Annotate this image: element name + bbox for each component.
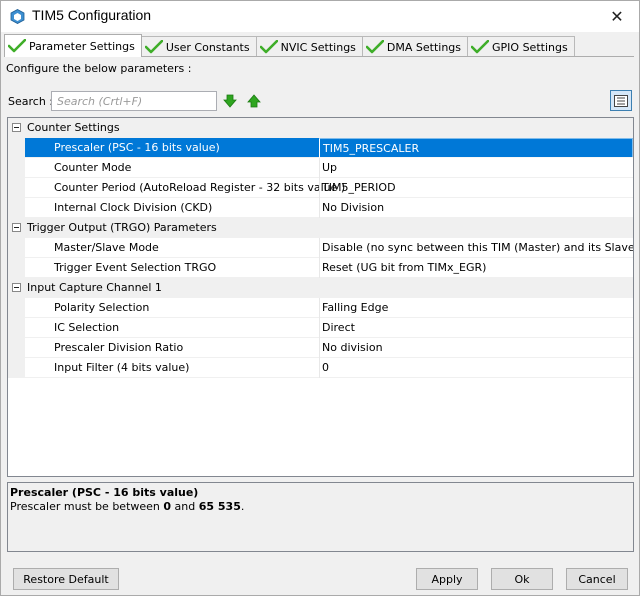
- close-button[interactable]: ✕: [595, 1, 639, 32]
- param-row-counter-period[interactable]: Counter Period (AutoReload Register - 32…: [8, 178, 633, 198]
- row-margin: [8, 198, 25, 218]
- list-view-icon: [614, 94, 628, 107]
- param-row-master-slave-mode[interactable]: Master/Slave Mode Disable (no sync betwe…: [8, 238, 633, 258]
- tab-dma-settings[interactable]: DMA Settings: [361, 36, 469, 57]
- row-margin: [8, 138, 25, 158]
- param-name: Polarity Selection: [54, 301, 150, 314]
- param-name: Master/Slave Mode: [54, 241, 159, 254]
- param-name: Input Filter (4 bits value): [54, 361, 190, 374]
- param-value[interactable]: No division: [319, 338, 633, 358]
- green-check-icon: [365, 40, 384, 54]
- tab-label: Parameter Settings: [29, 39, 135, 53]
- green-check-icon: [144, 40, 163, 54]
- restore-default-button[interactable]: Restore Default: [13, 568, 119, 590]
- param-value[interactable]: TIM5_PERIOD: [319, 178, 633, 198]
- param-value[interactable]: Reset (UG bit from TIMx_EGR): [319, 258, 633, 278]
- tab-parameter-settings[interactable]: Parameter Settings: [4, 34, 142, 57]
- row-margin: [8, 178, 25, 198]
- description-middle: and: [171, 500, 199, 513]
- green-check-icon: [471, 40, 490, 54]
- group-name: Input Capture Channel 1: [27, 281, 162, 294]
- description-text: Prescaler must be between 0 and 65 535.: [10, 500, 631, 513]
- param-row-polarity-selection[interactable]: Polarity Selection Falling Edge: [8, 298, 633, 318]
- search-input[interactable]: [51, 91, 217, 111]
- description-panel: Prescaler (PSC - 16 bits value) Prescale…: [7, 482, 634, 552]
- description-suffix: .: [240, 500, 245, 513]
- param-row-ic-selection[interactable]: IC Selection Direct: [8, 318, 633, 338]
- param-row-counter-mode[interactable]: Counter Mode Up: [8, 158, 633, 178]
- description-title: Prescaler (PSC - 16 bits value): [10, 486, 199, 499]
- green-arrow-down-icon[interactable]: [223, 94, 237, 108]
- row-margin: [8, 238, 25, 258]
- param-name: Counter Period (AutoReload Register - 32…: [54, 181, 346, 194]
- group-name: Counter Settings: [27, 121, 120, 134]
- close-icon: ✕: [610, 7, 624, 26]
- description-prefix: Prescaler must be between: [10, 500, 164, 513]
- param-value[interactable]: Disable (no sync between this TIM (Maste…: [319, 238, 633, 258]
- param-value[interactable]: Direct: [319, 318, 633, 338]
- parameter-grid: Counter Settings Prescaler (PSC - 16 bit…: [7, 117, 634, 477]
- tab-gpio-settings[interactable]: GPIO Settings: [467, 36, 575, 57]
- green-arrow-up-icon[interactable]: [247, 94, 261, 108]
- tab-bar: Parameter Settings User Constants NVIC S…: [4, 34, 575, 57]
- param-name: Prescaler (PSC - 16 bits value): [54, 141, 220, 154]
- param-value[interactable]: TIM5_PRESCALER: [319, 138, 633, 158]
- param-name: Trigger Event Selection TRGO: [54, 261, 217, 274]
- tim5-configuration-window: TIM5 Configuration ✕ Parameter Settings …: [0, 0, 640, 596]
- param-value[interactable]: No Division: [319, 198, 633, 218]
- param-value[interactable]: Up: [319, 158, 633, 178]
- tab-nvic-settings[interactable]: NVIC Settings: [255, 36, 363, 57]
- param-name: IC Selection: [54, 321, 120, 334]
- param-row-input-filter[interactable]: Input Filter (4 bits value) 0: [8, 358, 633, 378]
- param-row-trigger-event-selection[interactable]: Trigger Event Selection TRGO Reset (UG b…: [8, 258, 633, 278]
- param-value[interactable]: Falling Edge: [319, 298, 633, 318]
- collapse-toggle-icon[interactable]: [12, 223, 21, 232]
- row-margin: [8, 358, 25, 378]
- tab-label: GPIO Settings: [492, 40, 568, 54]
- collapse-toggle-icon[interactable]: [12, 283, 21, 292]
- tab-label: User Constants: [165, 40, 250, 54]
- param-name: Counter Mode: [54, 161, 132, 174]
- param-value[interactable]: 0: [319, 358, 633, 378]
- green-check-icon: [8, 39, 26, 53]
- row-margin: [8, 338, 25, 358]
- row-margin: [8, 158, 25, 178]
- param-row-prescaler[interactable]: Prescaler (PSC - 16 bits value) TIM5_PRE…: [8, 138, 633, 158]
- row-margin: [8, 318, 25, 338]
- cube-icon: [10, 9, 25, 24]
- row-margin: [8, 298, 25, 318]
- green-check-icon: [259, 40, 278, 54]
- param-row-prescaler-division-ratio[interactable]: Prescaler Division Ratio No division: [8, 338, 633, 358]
- param-row-internal-clock-division[interactable]: Internal Clock Division (CKD) No Divisio…: [8, 198, 633, 218]
- ok-button[interactable]: Ok: [491, 568, 553, 590]
- view-toggle-button[interactable]: [610, 90, 632, 111]
- search-label: Search :: [8, 95, 53, 108]
- tab-label: NVIC Settings: [280, 40, 356, 54]
- group-trigger-output[interactable]: Trigger Output (TRGO) Parameters: [8, 218, 633, 238]
- cancel-button[interactable]: Cancel: [566, 568, 628, 590]
- configure-label: Configure the below parameters :: [6, 62, 192, 75]
- tab-label: DMA Settings: [386, 40, 462, 54]
- description-min: 0: [163, 500, 172, 513]
- description-max: 65 535: [198, 500, 241, 513]
- title-bar: TIM5 Configuration ✕: [1, 1, 639, 32]
- group-input-capture-channel-1[interactable]: Input Capture Channel 1: [8, 278, 633, 298]
- window-title: TIM5 Configuration: [32, 7, 152, 23]
- param-name: Prescaler Division Ratio: [54, 341, 184, 354]
- row-margin: [8, 258, 25, 278]
- group-name: Trigger Output (TRGO) Parameters: [27, 221, 217, 234]
- collapse-toggle-icon[interactable]: [12, 123, 21, 132]
- apply-button[interactable]: Apply: [416, 568, 478, 590]
- param-name: Internal Clock Division (CKD): [54, 201, 213, 214]
- group-counter-settings[interactable]: Counter Settings: [8, 118, 633, 138]
- tab-user-constants[interactable]: User Constants: [140, 36, 257, 57]
